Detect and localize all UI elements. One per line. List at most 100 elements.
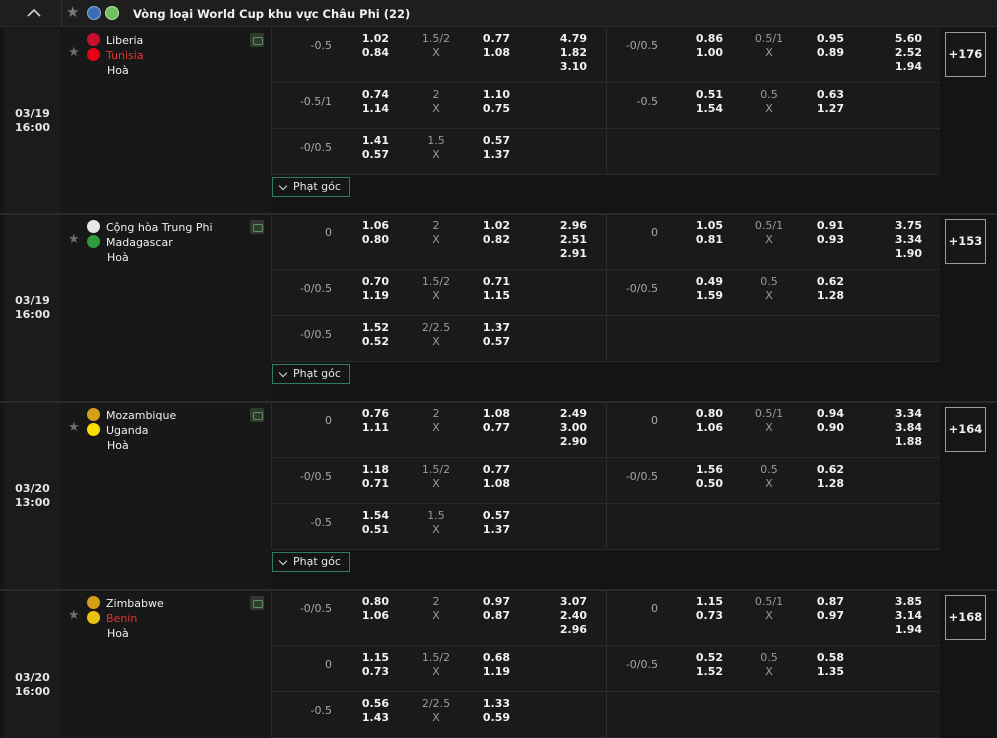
over-odds[interactable]: 0.77 <box>470 463 510 477</box>
under-odds[interactable]: 1.37 <box>470 148 510 162</box>
over-odds[interactable]: 0.97 <box>470 595 510 609</box>
stats-icon[interactable] <box>250 220 264 234</box>
over-odds[interactable]: 0.77 <box>470 32 510 46</box>
half-handicap-away-odds[interactable]: 0.50 <box>683 477 723 491</box>
handicap-away-odds[interactable]: 0.71 <box>349 477 389 491</box>
handicap-away-odds[interactable]: 0.57 <box>349 148 389 162</box>
more-markets-button[interactable]: +164 <box>945 407 986 452</box>
half-handicap-home-odds[interactable]: 0.49 <box>683 275 723 289</box>
handicap-away-odds[interactable]: 0.73 <box>349 665 389 679</box>
handicap-away-odds[interactable]: 0.84 <box>349 46 389 60</box>
half-under-odds[interactable]: 0.90 <box>804 421 844 435</box>
handicap-home-odds[interactable]: 1.02 <box>349 32 389 46</box>
half-over-odds[interactable]: 0.62 <box>804 275 844 289</box>
handicap-away-odds[interactable]: 1.14 <box>349 102 389 116</box>
handicap-home-odds[interactable]: 0.74 <box>349 88 389 102</box>
handicap-away-odds[interactable]: 0.51 <box>349 523 389 537</box>
under-odds[interactable]: 0.59 <box>470 711 510 725</box>
over-odds[interactable]: 0.57 <box>470 509 510 523</box>
favorite-star-icon[interactable]: ★ <box>68 608 80 623</box>
moneyline-odds[interactable]: 3.07 2.40 2.96 <box>547 595 587 637</box>
more-markets-button[interactable]: +153 <box>945 219 986 264</box>
favorite-star-icon[interactable]: ★ <box>68 232 80 247</box>
half-handicap-home-odds[interactable]: 0.80 <box>683 407 723 421</box>
away-team[interactable]: Tunisia <box>87 48 144 63</box>
favorite-star-icon[interactable]: ★ <box>68 45 80 60</box>
over-odds[interactable]: 0.71 <box>470 275 510 289</box>
handicap-away-odds[interactable]: 0.52 <box>349 335 389 349</box>
half-over-odds[interactable]: 0.91 <box>804 219 844 233</box>
moneyline-odds[interactable]: 2.49 3.00 2.90 <box>547 407 587 449</box>
under-odds[interactable]: 0.87 <box>470 609 510 623</box>
half-handicap-home-odds[interactable]: 0.86 <box>683 32 723 46</box>
handicap-home-odds[interactable]: 1.41 <box>349 134 389 148</box>
more-markets-button[interactable]: +168 <box>945 595 986 640</box>
stats-icon[interactable] <box>250 408 264 422</box>
handicap-home-odds[interactable]: 1.18 <box>349 463 389 477</box>
under-odds[interactable]: 1.19 <box>470 665 510 679</box>
handicap-home-odds[interactable]: 0.76 <box>349 407 389 421</box>
corner-toggle-button[interactable]: Phạt góc <box>272 177 350 197</box>
under-odds[interactable]: 1.37 <box>470 523 510 537</box>
half-under-odds[interactable]: 1.35 <box>804 665 844 679</box>
collapse-chevron-up-icon[interactable] <box>23 4 45 22</box>
half-under-odds[interactable]: 0.97 <box>804 609 844 623</box>
under-odds[interactable]: 0.57 <box>470 335 510 349</box>
under-odds[interactable]: 1.08 <box>470 46 510 60</box>
half-under-odds[interactable]: 0.93 <box>804 233 844 247</box>
moneyline-odds[interactable]: 2.96 2.51 2.91 <box>547 219 587 261</box>
home-team[interactable]: Cộng hòa Trung Phi <box>87 220 213 235</box>
half-under-odds[interactable]: 1.28 <box>804 477 844 491</box>
more-markets-button[interactable]: +176 <box>945 32 986 77</box>
handicap-home-odds[interactable]: 0.80 <box>349 595 389 609</box>
over-odds[interactable]: 1.10 <box>470 88 510 102</box>
handicap-away-odds[interactable]: 0.80 <box>349 233 389 247</box>
half-moneyline-odds[interactable]: 5.60 2.52 1.94 <box>882 32 922 74</box>
handicap-away-odds[interactable]: 1.11 <box>349 421 389 435</box>
half-handicap-away-odds[interactable]: 1.00 <box>683 46 723 60</box>
away-team[interactable]: Benin <box>87 611 137 626</box>
handicap-home-odds[interactable]: 0.56 <box>349 697 389 711</box>
half-over-odds[interactable]: 0.87 <box>804 595 844 609</box>
corner-toggle-button[interactable]: Phạt góc <box>272 364 350 384</box>
half-over-odds[interactable]: 0.62 <box>804 463 844 477</box>
half-handicap-away-odds[interactable]: 1.54 <box>683 102 723 116</box>
half-handicap-home-odds[interactable]: 1.56 <box>683 463 723 477</box>
under-odds[interactable]: 1.15 <box>470 289 510 303</box>
under-odds[interactable]: 0.75 <box>470 102 510 116</box>
handicap-away-odds[interactable]: 1.43 <box>349 711 389 725</box>
over-odds[interactable]: 1.33 <box>470 697 510 711</box>
half-handicap-away-odds[interactable]: 0.81 <box>683 233 723 247</box>
handicap-home-odds[interactable]: 1.15 <box>349 651 389 665</box>
handicap-home-odds[interactable]: 0.70 <box>349 275 389 289</box>
handicap-home-odds[interactable]: 1.06 <box>349 219 389 233</box>
over-odds[interactable]: 0.57 <box>470 134 510 148</box>
home-team[interactable]: Mozambique <box>87 408 176 423</box>
half-handicap-home-odds[interactable]: 1.05 <box>683 219 723 233</box>
half-moneyline-odds[interactable]: 3.85 3.14 1.94 <box>882 595 922 637</box>
under-odds[interactable]: 1.08 <box>470 477 510 491</box>
handicap-away-odds[interactable]: 1.19 <box>349 289 389 303</box>
home-team[interactable]: Zimbabwe <box>87 596 164 611</box>
over-odds[interactable]: 1.02 <box>470 219 510 233</box>
half-handicap-home-odds[interactable]: 1.15 <box>683 595 723 609</box>
half-handicap-away-odds[interactable]: 1.59 <box>683 289 723 303</box>
half-over-odds[interactable]: 0.58 <box>804 651 844 665</box>
half-handicap-home-odds[interactable]: 0.52 <box>683 651 723 665</box>
half-over-odds[interactable]: 0.63 <box>804 88 844 102</box>
half-handicap-home-odds[interactable]: 0.51 <box>683 88 723 102</box>
half-handicap-away-odds[interactable]: 1.06 <box>683 421 723 435</box>
stats-icon[interactable] <box>250 596 264 610</box>
stats-icon[interactable] <box>250 33 264 47</box>
home-team[interactable]: Liberia <box>87 33 143 48</box>
under-odds[interactable]: 0.77 <box>470 421 510 435</box>
half-over-odds[interactable]: 0.94 <box>804 407 844 421</box>
favorite-star-icon[interactable]: ★ <box>66 3 79 21</box>
half-over-odds[interactable]: 0.95 <box>804 32 844 46</box>
half-handicap-away-odds[interactable]: 1.52 <box>683 665 723 679</box>
moneyline-odds[interactable]: 4.79 1.82 3.10 <box>547 32 587 74</box>
handicap-away-odds[interactable]: 1.06 <box>349 609 389 623</box>
away-team[interactable]: Uganda <box>87 423 148 438</box>
half-under-odds[interactable]: 0.89 <box>804 46 844 60</box>
away-team[interactable]: Madagascar <box>87 235 173 250</box>
